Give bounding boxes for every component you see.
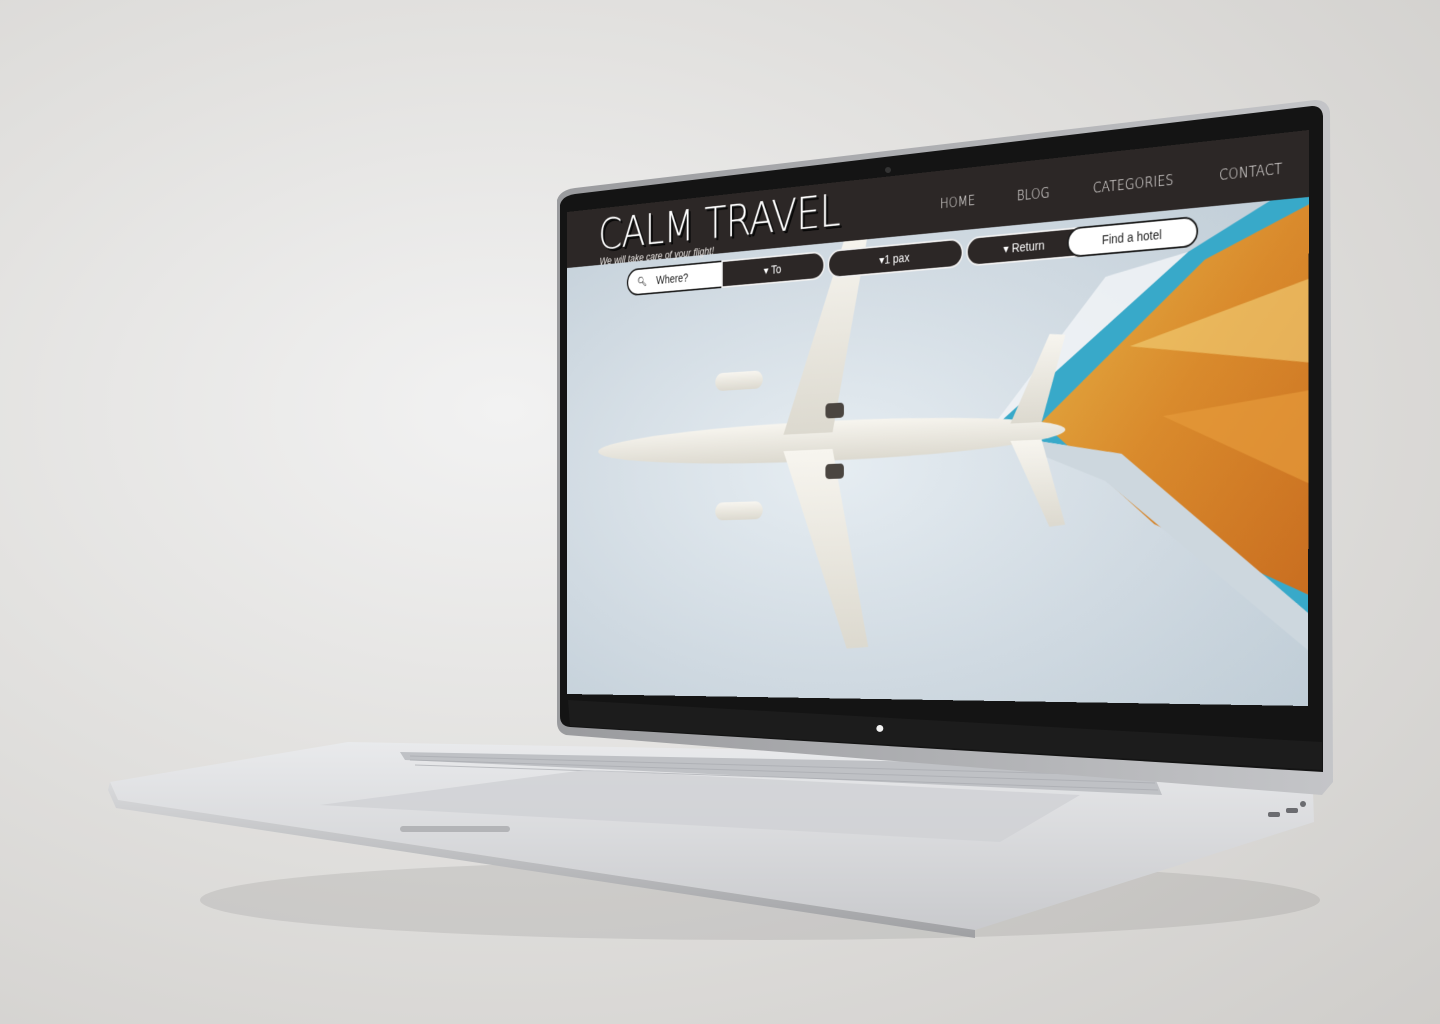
to-label: ▾ To [763,261,782,277]
website-screen: CALM TRAVEL We will take care of your fl… [567,129,1309,706]
nav-categories[interactable]: CATEGORIES [1093,172,1174,196]
where-input[interactable]: 🔍︎ Where? [626,260,726,297]
search-icon: 🔍︎ [637,275,648,288]
where-placeholder: Where? [656,270,689,287]
nav-home[interactable]: HOME [940,193,975,212]
return-label: ▾ Return [1003,237,1045,256]
nav-blog[interactable]: BLOG [1017,185,1050,204]
to-dropdown[interactable]: ▾ To [721,250,825,289]
laptop-mockup: CALM TRAVEL We will take care of your fl… [0,0,1440,1024]
pax-label: ▾1 pax [879,250,910,267]
find-hotel-label: Find a hotel [1101,227,1162,247]
apple-logo-icon: ● [875,720,885,737]
return-dropdown[interactable]: ▾ Return [966,226,1084,267]
nav-contact[interactable]: CONTACT [1219,161,1282,184]
main-nav: HOME BLOG CATEGORIES CONTACT [940,161,1282,212]
